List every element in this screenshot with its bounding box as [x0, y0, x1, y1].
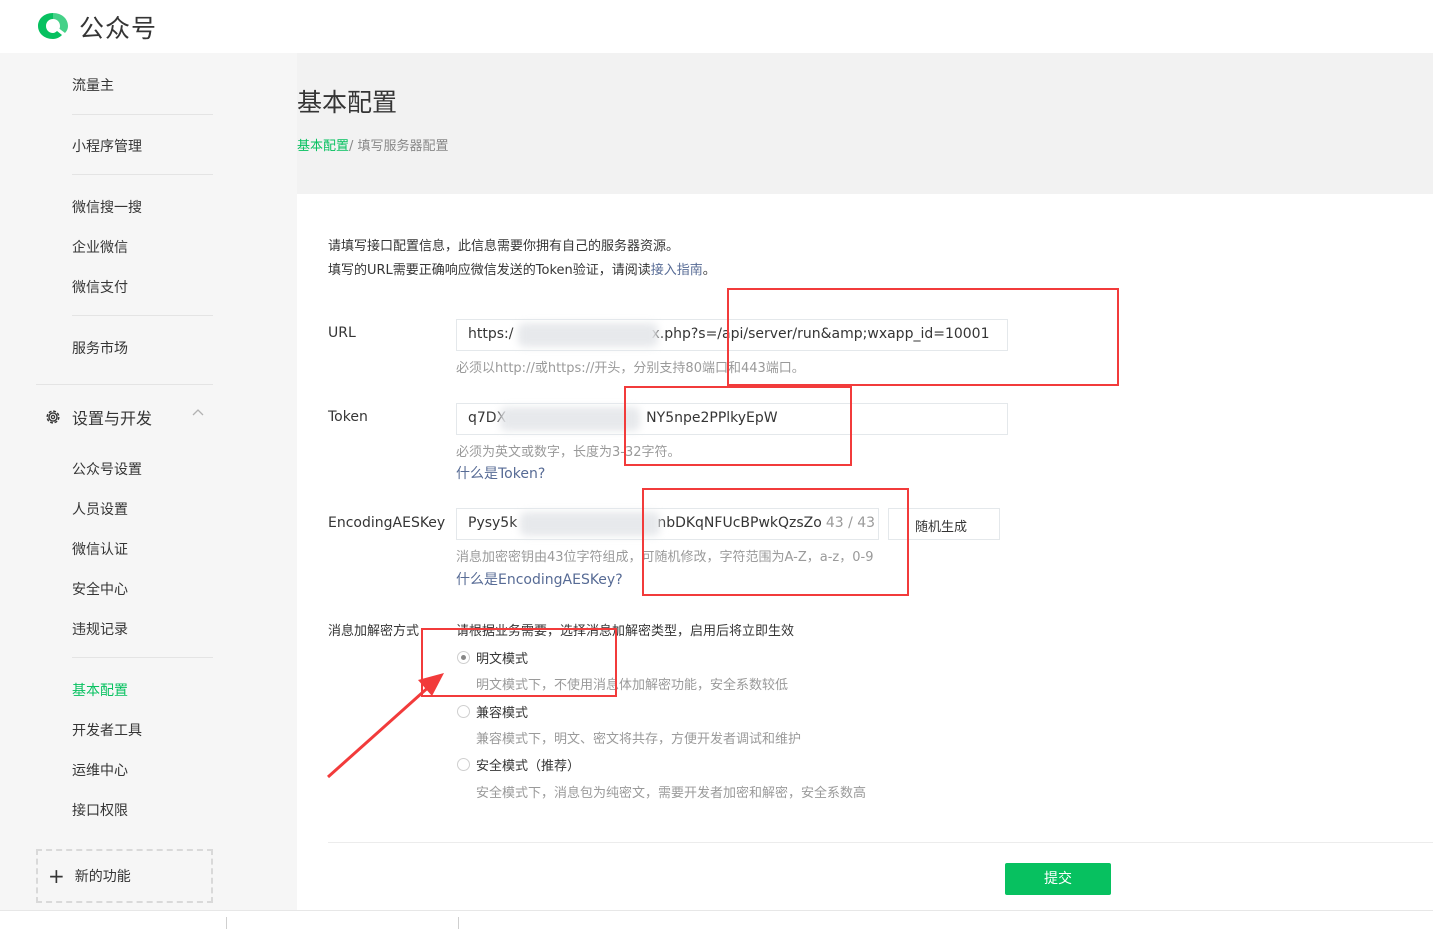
sidebar-item-weixin-verify[interactable]: 微信认证 — [72, 539, 128, 559]
sidebar-divider — [72, 657, 213, 658]
redaction-blur — [520, 512, 660, 536]
breadcrumb-link-basic-config[interactable]: 基本配置 — [297, 139, 349, 154]
url-label: URL — [328, 325, 356, 341]
annotation-box-aes-key — [642, 488, 909, 596]
new-function-button[interactable]: + 新的功能 — [36, 849, 213, 903]
plus-icon: + — [48, 864, 65, 888]
intro-line-2: 填写的URL需要正确响应微信发送的Token验证，请阅读接入指南。 — [328, 263, 716, 278]
footer-tick — [226, 917, 227, 929]
sidebar-item-miniprogram[interactable]: 小程序管理 — [72, 136, 142, 156]
sidebar-item-security-center[interactable]: 安全中心 — [72, 579, 128, 599]
intro-text: 请填写接口配置信息，此信息需要你拥有自己的服务器资源。 填写的URL需要正确响应… — [328, 235, 716, 283]
sidebar-item-dev-tools[interactable]: 开发者工具 — [72, 720, 142, 740]
intro-line-1: 请填写接口配置信息，此信息需要你拥有自己的服务器资源。 — [328, 239, 680, 254]
breadcrumb-current: / 填写服务器配置 — [349, 139, 449, 154]
radio-label-compatible[interactable]: 兼容模式 — [476, 702, 528, 721]
radio-label-secure[interactable]: 安全模式（推荐） — [476, 755, 580, 774]
top-bar: 公众号 — [0, 0, 1433, 53]
sidebar-item-basic-config[interactable]: 基本配置 — [72, 680, 128, 700]
sidebar-section-settings-dev[interactable]: 设置与开发 — [44, 405, 204, 429]
sidebar-section-title: 设置与开发 — [72, 409, 153, 428]
form-bottom-divider — [328, 842, 1433, 843]
sidebar-item-liuliangzhu[interactable]: 流量主 — [72, 75, 114, 95]
annotation-box-token — [624, 386, 852, 466]
sidebar-item-service-market[interactable]: 服务市场 — [72, 338, 128, 358]
sidebar-item-ops-center[interactable]: 运维中心 — [72, 760, 128, 780]
url-value-start: https:/ — [468, 326, 514, 342]
sidebar-item-api-permissions[interactable]: 接口权限 — [72, 800, 128, 820]
new-function-label: 新的功能 — [74, 869, 131, 885]
radio-desc-secure: 安全模式下，消息包为纯密文，需要开发者加密和解密，安全系数高 — [476, 786, 867, 801]
sidebar-item-member-settings[interactable]: 人员设置 — [72, 499, 128, 519]
sidebar-item-violation-records[interactable]: 违规记录 — [72, 619, 128, 639]
wechat-official-account-logo-icon[interactable] — [35, 10, 71, 42]
submit-button[interactable]: 提交 — [1005, 863, 1111, 895]
sidebar-divider — [72, 114, 213, 115]
redaction-blur — [500, 407, 640, 431]
what-is-token-link[interactable]: 什么是Token? — [456, 463, 545, 483]
chevron-up-icon[interactable] — [192, 407, 204, 419]
sidebar-item-weixin-search[interactable]: 微信搜一搜 — [72, 197, 142, 217]
token-label: Token — [328, 409, 368, 425]
breadcrumb: 基本配置/ 填写服务器配置 — [297, 135, 449, 154]
sidebar-item-weixin-pay[interactable]: 微信支付 — [72, 277, 128, 297]
encryption-mode-label: 消息加解密方式 — [328, 624, 420, 639]
footer-strip — [0, 910, 1433, 929]
annotation-arrow-icon — [327, 673, 444, 779]
page-title: 基本配置 — [297, 88, 398, 117]
redaction-blur — [518, 323, 658, 347]
sidebar: 流量主 小程序管理 微信搜一搜 企业微信 微信支付 服务市场 设置与开发 公众号… — [0, 53, 297, 911]
app-name: 公众号 — [79, 14, 158, 43]
sidebar-item-account-settings[interactable]: 公众号设置 — [72, 459, 142, 479]
gear-icon — [46, 410, 60, 424]
sidebar-item-work-weixin[interactable]: 企业微信 — [72, 237, 128, 257]
aes-key-label: EncodingAESKey — [328, 515, 446, 531]
aes-value-start: Pysy5k — [468, 515, 518, 531]
access-guide-link[interactable]: 接入指南 — [651, 263, 703, 278]
what-is-aes-key-link[interactable]: 什么是EncodingAESKey? — [456, 569, 623, 589]
radio-desc-compatible: 兼容模式下，明文、密文将共存，方便开发者调试和维护 — [476, 732, 802, 747]
sidebar-divider — [36, 384, 213, 385]
footer-tick — [458, 917, 459, 929]
sidebar-divider — [72, 315, 213, 316]
sidebar-divider — [72, 174, 213, 175]
annotation-box-url — [727, 288, 1119, 386]
